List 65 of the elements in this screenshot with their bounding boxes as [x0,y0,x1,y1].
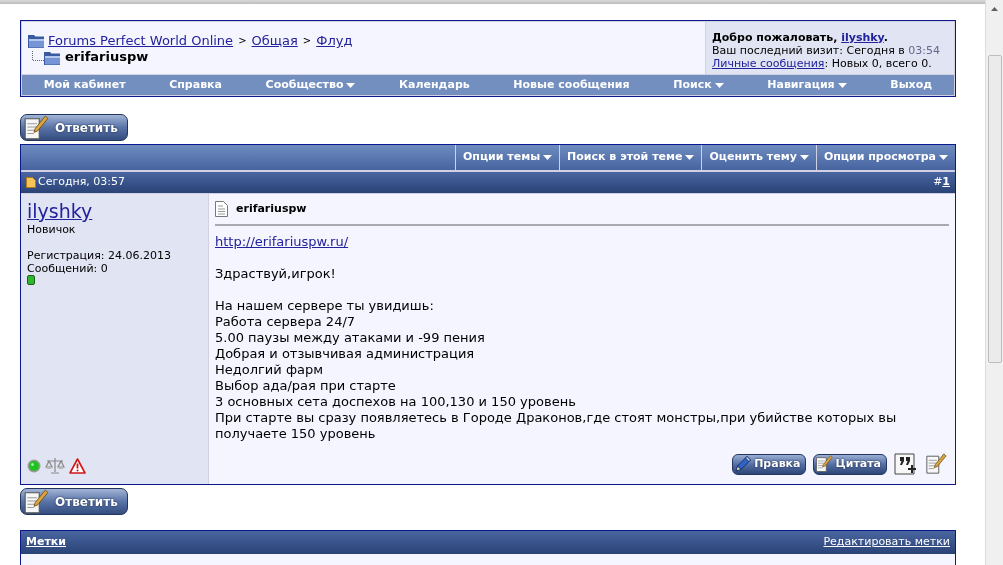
reputation-icon [27,275,35,285]
scales-icon[interactable] [45,457,65,474]
username-link[interactable]: ilyshky [841,31,884,44]
author-name-link[interactable]: ilyshky [27,200,93,223]
breadcrumb-link[interactable]: Флуд [316,33,353,49]
note-pen-icon [23,488,49,515]
welcome-message: Добро пожаловать, ilyshky. [712,31,889,44]
post-link[interactable]: http://erifariuspw.ru/ [215,234,349,250]
quick-reply-button[interactable] [925,453,949,475]
pencil-icon [734,455,753,473]
post-number: #1 [933,174,950,191]
message-line: Здраствуй,игрок! [215,266,336,282]
post-title: erifariuspw [236,200,307,217]
page-icon [26,177,36,188]
message-line: Недолгий фарм [215,362,324,378]
nav-link[interactable]: Выход [868,75,954,95]
nav-link[interactable]: Сообщество [243,75,378,95]
note-pen-icon [815,455,834,473]
breadcrumb-separator: > [302,34,312,48]
scrollbar-thumb[interactable] [988,55,1002,363]
edit-button[interactable]: Правка [732,453,807,475]
nav-link[interactable]: Навигация [745,75,869,95]
message-line: На нашем сервере ты увидишь: [215,298,434,314]
document-icon [215,201,228,217]
registration-date: Регистрация: 24.06.2013 [27,249,171,262]
nav-link[interactable]: Справка [147,75,244,95]
edit-tags-link[interactable]: Редактировать метки [823,534,950,551]
post-date: Сегодня, 03:57 [38,174,126,191]
multiquote-button[interactable] [894,453,918,475]
thread-tools-menu[interactable]: Опции просмотра [815,145,955,170]
breadcrumb-link[interactable]: Общая [251,33,298,49]
thread-tools-menu[interactable]: Опции темы [454,145,560,170]
thread-tools-menu[interactable]: Поиск в этой теме [559,145,702,170]
breadcrumb-link[interactable]: Forums Perfect World Online [48,33,234,49]
message-line: При старте вы сразу появляетесь в Городе Драконов,где стоят монстры,при убийстве которых вы получаете 150 уровень [215,410,898,442]
nav-link[interactable]: Поиск [651,75,746,95]
note-pen-icon [925,453,947,475]
post-count: Сообщений: 0 [27,262,108,275]
tags-title-link[interactable]: Метки [26,534,66,551]
nav-link[interactable]: Календарь [377,75,492,95]
reply-button[interactable]: Ответить [20,488,128,515]
message-line: Добрая и отзывчивая администрация [215,346,475,362]
reply-button[interactable]: Ответить [20,114,128,141]
message-line: 3 основных сета доспехов на 100,130 и 150 уровень [215,394,576,410]
message-line: Работа сервера 24/7 [215,314,356,330]
folder-icon [44,51,61,65]
folder-icon [28,34,45,48]
thread-title: erifariuspw [65,49,149,65]
note-pen-icon [23,114,49,141]
nav-link[interactable]: Мой кабинет [22,75,148,95]
nav-link[interactable]: Новые сообщения [491,75,652,95]
message-line: Выбор ада/рая при старте [215,378,396,394]
last-visit-text: Ваш последний визит: Сегодня в 03:54 [712,44,941,57]
private-messages-text: Личные сообщения: Новых 0, всего 0. [712,57,933,70]
message-line: 5.00 паузы между атаками и -99 пения [215,330,485,346]
quote-button[interactable]: Цитата [813,453,887,475]
breadcrumb-separator: > [238,34,247,48]
quote-plus-icon [894,453,918,475]
author-rank: Новичок [27,223,76,236]
post-number-link[interactable]: 1 [942,175,950,189]
warning-icon[interactable] [69,457,86,474]
thread-tools-menu[interactable]: Оценить тему [701,145,816,170]
scrollbar[interactable] [985,0,1003,565]
tree-line-icon [32,51,44,61]
scroll-up-icon[interactable] [991,6,998,11]
